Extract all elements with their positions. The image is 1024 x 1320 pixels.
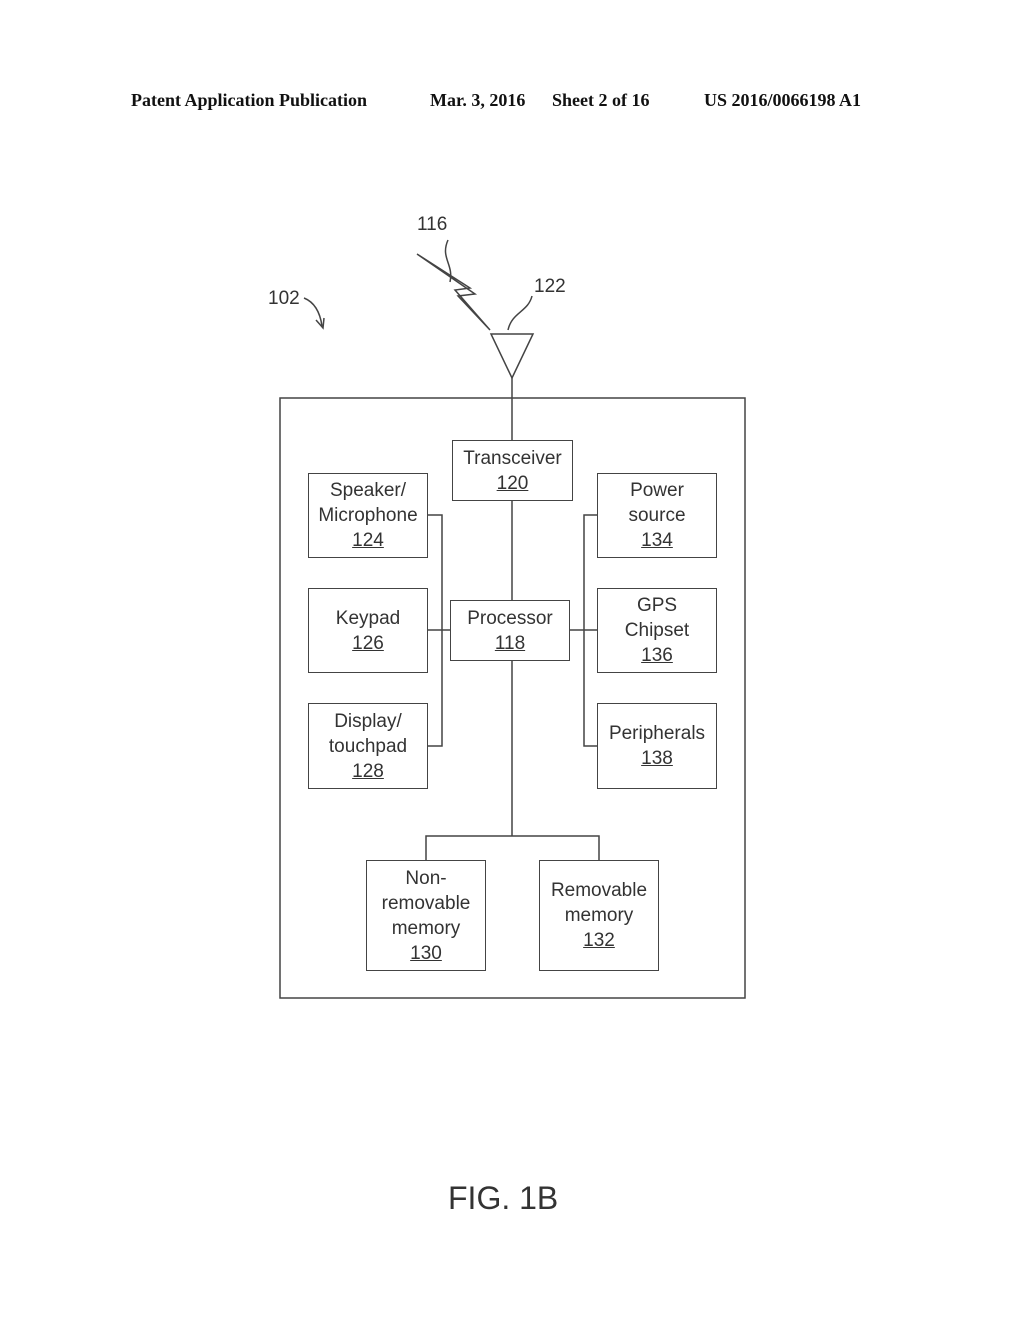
antenna-leader-line (507, 295, 533, 331)
peripherals-ref: 138 (641, 748, 673, 769)
transceiver-block: Transceiver 120 (452, 440, 573, 501)
figure-caption: FIG. 1B (448, 1180, 559, 1216)
peripherals-label: Peripherals (608, 723, 706, 744)
device-arrow (303, 297, 323, 327)
source-label: source (628, 505, 686, 526)
removable-memory-label-2: memory (564, 905, 634, 926)
removable-memory-label: Removable (550, 880, 648, 901)
ref-device-102: 102 (268, 288, 300, 309)
gps-chipset-block: GPS Chipset 136 (597, 588, 717, 673)
speaker-ref: 124 (352, 530, 384, 551)
non-removable-memory-block: Non- removable memory 130 (366, 860, 486, 971)
keypad-label: Keypad (335, 607, 401, 629)
lightning-signal-icon (416, 253, 491, 331)
chipset-label: Chipset (624, 620, 690, 641)
transceiver-ref: 120 (496, 472, 529, 494)
peripherals-block: Peripherals 138 (597, 703, 717, 789)
removable-label: removable (381, 892, 471, 914)
power-ref: 134 (641, 530, 673, 551)
removable-memory-block: Removable memory 132 (539, 860, 659, 971)
ref-signal-116: 116 (417, 214, 448, 235)
transceiver-label: Transceiver (463, 447, 562, 469)
speaker-microphone-block: Speaker/ Microphone 124 (308, 473, 428, 558)
gps-ref: 136 (641, 645, 673, 666)
power-label: Power (630, 480, 684, 501)
processor-ref: 118 (494, 632, 526, 654)
processor-label: Processor (467, 607, 553, 629)
non-removable-ref: 130 (410, 942, 442, 964)
removable-memory-ref: 132 (583, 930, 615, 951)
touchpad-label: touchpad (328, 735, 408, 757)
display-label: Display/ (334, 710, 402, 732)
non-label: Non- (405, 867, 447, 889)
keypad-ref: 126 (352, 632, 384, 654)
display-ref: 128 (352, 760, 384, 782)
memory-label: memory (391, 917, 461, 939)
microphone-label: Microphone (318, 505, 418, 526)
gps-label: GPS (636, 595, 678, 616)
ref-antenna-122: 122 (534, 276, 566, 297)
speaker-label: Speaker/ (329, 480, 407, 501)
power-source-block: Power source 134 (597, 473, 717, 558)
display-touchpad-block: Display/ touchpad 128 (308, 703, 428, 789)
memory-bus-line (425, 835, 600, 860)
keypad-block: Keypad 126 (308, 588, 428, 673)
processor-block: Processor 118 (450, 600, 570, 661)
antenna-icon (489, 333, 535, 380)
